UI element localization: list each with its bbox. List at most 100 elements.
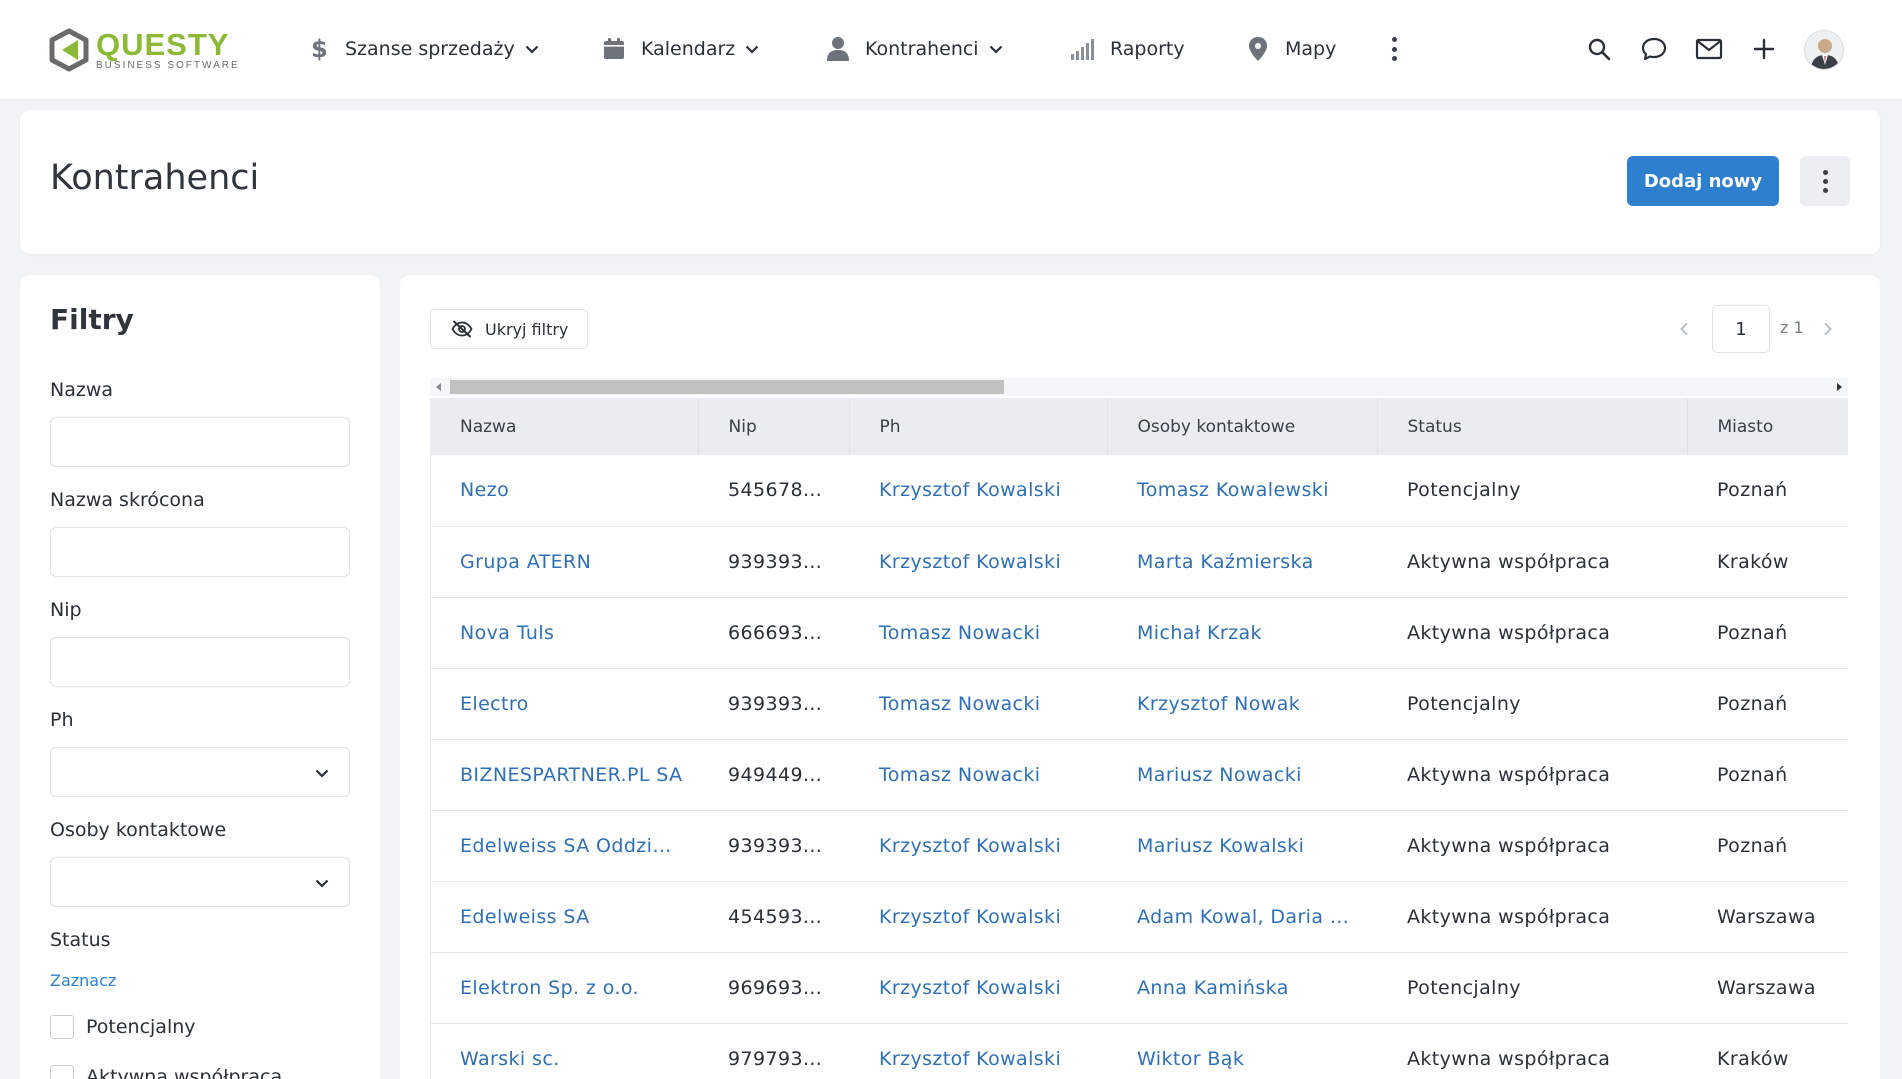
add-new-button[interactable]: Dodaj nowy	[1627, 156, 1779, 206]
column-header-ph[interactable]: Ph	[849, 398, 1108, 455]
more-menu-icon[interactable]	[1384, 34, 1404, 64]
nav-item-label: Mapy	[1285, 38, 1337, 60]
page-number-input[interactable]: 1	[1712, 305, 1770, 353]
scroll-right-icon[interactable]	[1837, 383, 1842, 391]
nip-cell: 939393…	[698, 810, 849, 882]
scrollbar-thumb[interactable]	[450, 380, 1004, 394]
company-name-link[interactable]: Electro	[430, 668, 698, 740]
table-row[interactable]: BIZNESPARTNER.PL SA 949449… Tomasz Nowac…	[430, 739, 1848, 811]
questy-logo[interactable]: QUESTY BUSINESS SOFTWARE	[48, 28, 240, 72]
contact-person-link[interactable]: Marta Kaźmierska	[1107, 526, 1377, 598]
city-cell: Warszawa	[1687, 952, 1848, 1024]
company-name-link[interactable]: Edelweiss SA Oddzi…	[430, 810, 698, 882]
scroll-left-icon[interactable]	[436, 383, 441, 391]
logo-name: QUESTY	[96, 27, 230, 62]
contact-person-link[interactable]: Adam Kowal, Daria …	[1107, 881, 1377, 953]
column-header-city[interactable]: Miasto	[1687, 398, 1848, 455]
horizontal-scrollbar[interactable]	[430, 378, 1848, 396]
ph-link[interactable]: Krzysztof Kowalski	[849, 455, 1107, 527]
column-header-nip[interactable]: Nip	[698, 398, 850, 455]
nav-item-label: Kalendarz	[641, 38, 736, 60]
contact-person-link[interactable]: Mariusz Kowalski	[1107, 810, 1377, 882]
table-row[interactable]: Warski sc. 979793… Krzysztof Kowalski Wi…	[430, 1023, 1848, 1079]
contact-person-link[interactable]: Anna Kamińska	[1107, 952, 1377, 1024]
short-name-filter-label: Nazwa skrócona	[50, 489, 205, 511]
city-cell: Kraków	[1687, 526, 1848, 598]
nip-cell: 979793…	[698, 1023, 849, 1079]
status-filter-label: Status	[50, 929, 111, 951]
avatar[interactable]	[1804, 30, 1844, 70]
table-row[interactable]: Grupa ATERN 939393… Krzysztof Kowalski M…	[430, 526, 1848, 598]
nav-item-contractors[interactable]: Kontrahenci	[825, 33, 1003, 65]
nip-cell: 949449…	[698, 739, 849, 811]
ph-link[interactable]: Krzysztof Kowalski	[849, 526, 1107, 598]
ph-link[interactable]: Tomasz Nowacki	[849, 668, 1107, 740]
city-cell: Poznań	[1687, 455, 1848, 527]
ph-link[interactable]: Krzysztof Kowalski	[849, 881, 1107, 953]
ph-link[interactable]: Tomasz Nowacki	[849, 597, 1107, 669]
ph-link[interactable]: Krzysztof Kowalski	[849, 810, 1107, 882]
status-cell: Potencjalny	[1377, 455, 1687, 527]
page-actions-menu-icon[interactable]	[1800, 156, 1850, 206]
status-checkbox-potential[interactable]: Potencjalny	[50, 1015, 196, 1039]
ph-link[interactable]: Krzysztof Kowalski	[849, 952, 1107, 1024]
ph-link[interactable]: Krzysztof Kowalski	[849, 1023, 1107, 1079]
company-name-link[interactable]: Edelweiss SA	[430, 881, 698, 953]
column-header-name[interactable]: Nazwa	[430, 398, 699, 455]
company-name-link[interactable]: Warski sc.	[430, 1023, 698, 1079]
next-page-icon[interactable]	[1818, 319, 1838, 339]
company-name-link[interactable]: Nezo	[430, 455, 698, 527]
status-checkbox-active[interactable]: Aktywna współpraca	[50, 1065, 282, 1079]
contact-person-link[interactable]: Mariusz Nowacki	[1107, 739, 1377, 811]
table-row[interactable]: Nova Tuls 666693… Tomasz Nowacki Michał …	[430, 597, 1848, 669]
column-header-status[interactable]: Status	[1377, 398, 1688, 455]
status-cell: Aktywna współpraca	[1377, 526, 1687, 598]
table-row[interactable]: Nezo 545678… Krzysztof Kowalski Tomasz K…	[430, 455, 1848, 527]
checkbox[interactable]	[50, 1065, 74, 1079]
contractors-table: Nazwa Nip Ph Osoby kontaktowe Status Mia…	[430, 398, 1848, 1079]
user-icon	[825, 36, 851, 62]
previous-page-icon[interactable]	[1674, 319, 1694, 339]
nav-item-reports[interactable]: Raporty	[1070, 33, 1185, 65]
nav-item-sales-opportunities[interactable]: $ Szanse sprzedaży	[305, 33, 539, 65]
svg-text:$: $	[311, 36, 327, 62]
search-icon[interactable]	[1584, 34, 1614, 64]
plus-icon[interactable]	[1749, 34, 1779, 64]
name-filter-input[interactable]	[50, 417, 350, 467]
hide-filters-label: Ukryj filtry	[485, 319, 569, 339]
ph-link[interactable]: Tomasz Nowacki	[849, 739, 1107, 811]
status-cell: Aktywna współpraca	[1377, 1023, 1687, 1079]
table-row[interactable]: Electro 939393… Tomasz Nowacki Krzysztof…	[430, 668, 1848, 740]
nav-item-maps[interactable]: Mapy	[1245, 33, 1336, 65]
nip-filter-input[interactable]	[50, 637, 350, 687]
contact-person-link[interactable]: Wiktor Bąk	[1107, 1023, 1377, 1079]
company-name-link[interactable]: Grupa ATERN	[430, 526, 698, 598]
status-cell: Aktywna współpraca	[1377, 881, 1687, 953]
table-row[interactable]: Edelweiss SA Oddzi… 939393… Krzysztof Ko…	[430, 810, 1848, 882]
table-row[interactable]: Edelweiss SA 454593… Krzysztof Kowalski …	[430, 881, 1848, 953]
hide-filters-button[interactable]: Ukryj filtry	[430, 309, 588, 349]
contacts-filter-select[interactable]	[50, 857, 350, 907]
chat-icon[interactable]	[1639, 34, 1669, 64]
company-name-link[interactable]: BIZNESPARTNER.PL SA	[430, 739, 698, 811]
page-title: Kontrahenci	[50, 158, 260, 198]
nav-item-label: Raporty	[1110, 38, 1185, 60]
contact-person-link[interactable]: Tomasz Kowalewski	[1107, 455, 1377, 527]
contact-person-link[interactable]: Michał Krzak	[1107, 597, 1377, 669]
column-header-contacts[interactable]: Osoby kontaktowe	[1107, 398, 1378, 455]
contact-person-link[interactable]: Krzysztof Nowak	[1107, 668, 1377, 740]
nav-item-calendar[interactable]: Kalendarz	[601, 33, 759, 65]
select-all-link[interactable]: Zaznacz	[50, 971, 116, 990]
checkbox[interactable]	[50, 1015, 74, 1039]
status-cell: Aktywna współpraca	[1377, 810, 1687, 882]
signal-bars-icon	[1070, 36, 1096, 62]
logo-mark-icon	[48, 28, 90, 72]
company-name-link[interactable]: Elektron Sp. z o.o.	[430, 952, 698, 1024]
calendar-icon	[601, 36, 627, 62]
mail-icon[interactable]	[1694, 34, 1724, 64]
company-name-link[interactable]: Nova Tuls	[430, 597, 698, 669]
table-row[interactable]: Elektron Sp. z o.o. 969693… Krzysztof Ko…	[430, 952, 1848, 1024]
ph-filter-select[interactable]	[50, 747, 350, 797]
short-name-filter-input[interactable]	[50, 527, 350, 577]
chevron-down-icon	[315, 766, 329, 780]
